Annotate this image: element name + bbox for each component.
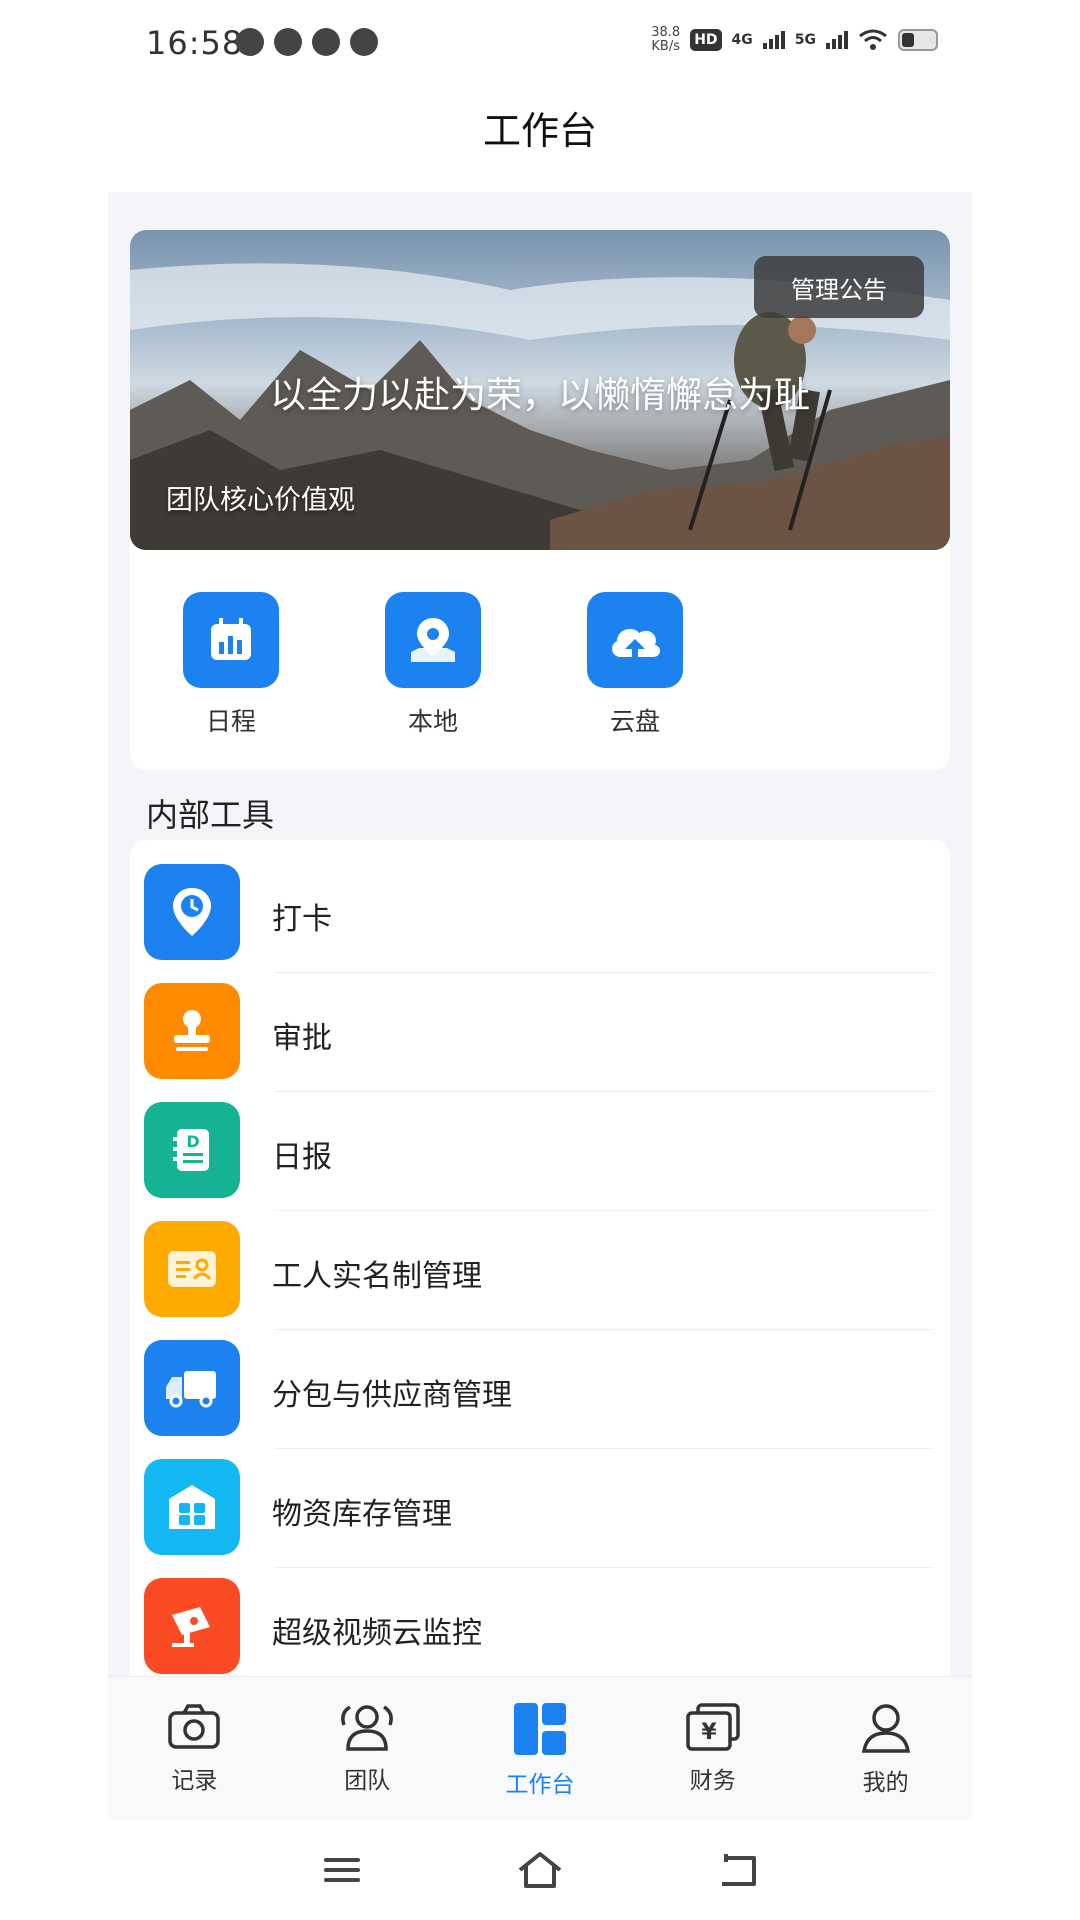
- banner[interactable]: 管理公告 以全力以赴为荣，以懒惰懈怠为耻 团队核心价值观: [130, 230, 950, 550]
- hd-icon: HD: [690, 29, 722, 51]
- user-icon: [861, 1704, 910, 1753]
- location-icon: [385, 592, 481, 688]
- tab-mine[interactable]: 我的: [799, 1677, 972, 1820]
- banner-subtitle: 团队核心价值观: [166, 485, 355, 516]
- calendar-icon: [183, 592, 279, 688]
- tab-team[interactable]: 团队: [281, 1677, 454, 1820]
- message-icon: [312, 28, 340, 56]
- clock-pin-icon: [144, 864, 240, 960]
- back-icon[interactable]: [714, 1846, 762, 1894]
- bottom-tab-bar: 记录 团队 工作台 ¥ 财务 我的: [108, 1676, 972, 1820]
- tool-approval[interactable]: 审批: [130, 983, 950, 1102]
- tool-inventory[interactable]: 物资库存管理: [130, 1459, 950, 1578]
- banner-slogan: 以全力以赴为荣，以懒惰懈怠为耻: [269, 375, 810, 416]
- cloud-upload-icon: [587, 592, 683, 688]
- banner-card: 管理公告 以全力以赴为荣，以懒惰懈怠为耻 团队核心价值观 日程 本地 云盘: [130, 230, 950, 770]
- tab-finance[interactable]: ¥ 财务: [626, 1677, 799, 1820]
- compass-icon: [350, 28, 378, 56]
- team-icon: [341, 1705, 394, 1751]
- net-speed: 38.8 KB/s: [651, 25, 681, 54]
- report-icon: D: [144, 1102, 240, 1198]
- wifi-icon: [859, 29, 887, 50]
- finance-icon: ¥: [686, 1703, 740, 1751]
- dashboard-icon: [513, 1703, 566, 1755]
- svg-text:D: D: [186, 1132, 199, 1151]
- signal-icon: [762, 31, 785, 49]
- warehouse-icon: [144, 1459, 240, 1555]
- status-time: 16:58: [146, 24, 244, 62]
- id-card-icon: [144, 1221, 240, 1317]
- tool-subcontract-supplier[interactable]: 分包与供应商管理: [130, 1340, 950, 1459]
- quick-actions: 日程 本地 云盘: [130, 592, 950, 738]
- notification-icons: [236, 28, 378, 56]
- sim1-label: 4G: [731, 32, 753, 48]
- tool-worker-realname[interactable]: 工人实名制管理: [130, 1221, 950, 1340]
- tool-daily-report[interactable]: D 日报: [130, 1102, 950, 1221]
- stamp-icon: [144, 983, 240, 1079]
- system-nav-bar: [0, 1820, 1080, 1920]
- main-content[interactable]: 管理公告 以全力以赴为荣，以懒惰懈怠为耻 团队核心价值观 日程 本地 云盘 内部…: [108, 192, 972, 1676]
- page-title: 工作台: [482, 109, 597, 153]
- battery-icon: [898, 29, 938, 51]
- quick-action-cloud[interactable]: 云盘: [534, 592, 736, 738]
- status-indicators: 38.8 KB/s HD 4G 5G: [651, 26, 938, 54]
- svg-text:¥: ¥: [701, 1720, 717, 1745]
- tool-checkin[interactable]: 打卡: [130, 864, 950, 983]
- signal-icon: [826, 31, 848, 49]
- menu-icon[interactable]: [318, 1846, 366, 1894]
- camera-icon: [144, 1578, 240, 1674]
- home-icon[interactable]: [516, 1846, 564, 1894]
- manage-announcement-button[interactable]: 管理公告: [754, 256, 924, 318]
- wechat-icon: [236, 28, 264, 56]
- section-title-internal-tools: 内部工具: [146, 796, 275, 834]
- status-bar: 16:58 38.8 KB/s HD 4G 5G: [0, 0, 1080, 88]
- tool-video-monitor[interactable]: 超级视频云监控: [130, 1578, 950, 1676]
- internal-tools-list: 打卡 审批 D 日报 工人实名制管理 分包与供应商管理 物资库存管理 超级视频云…: [130, 840, 950, 1676]
- telegram-icon: [274, 28, 302, 56]
- tab-workbench[interactable]: 工作台: [454, 1677, 627, 1820]
- camera-icon: [168, 1704, 221, 1749]
- sim2-label: 5G: [794, 32, 816, 48]
- truck-icon: [144, 1340, 240, 1436]
- quick-action-local[interactable]: 本地: [332, 592, 534, 738]
- quick-action-schedule[interactable]: 日程: [130, 592, 332, 738]
- tab-record[interactable]: 记录: [108, 1677, 281, 1820]
